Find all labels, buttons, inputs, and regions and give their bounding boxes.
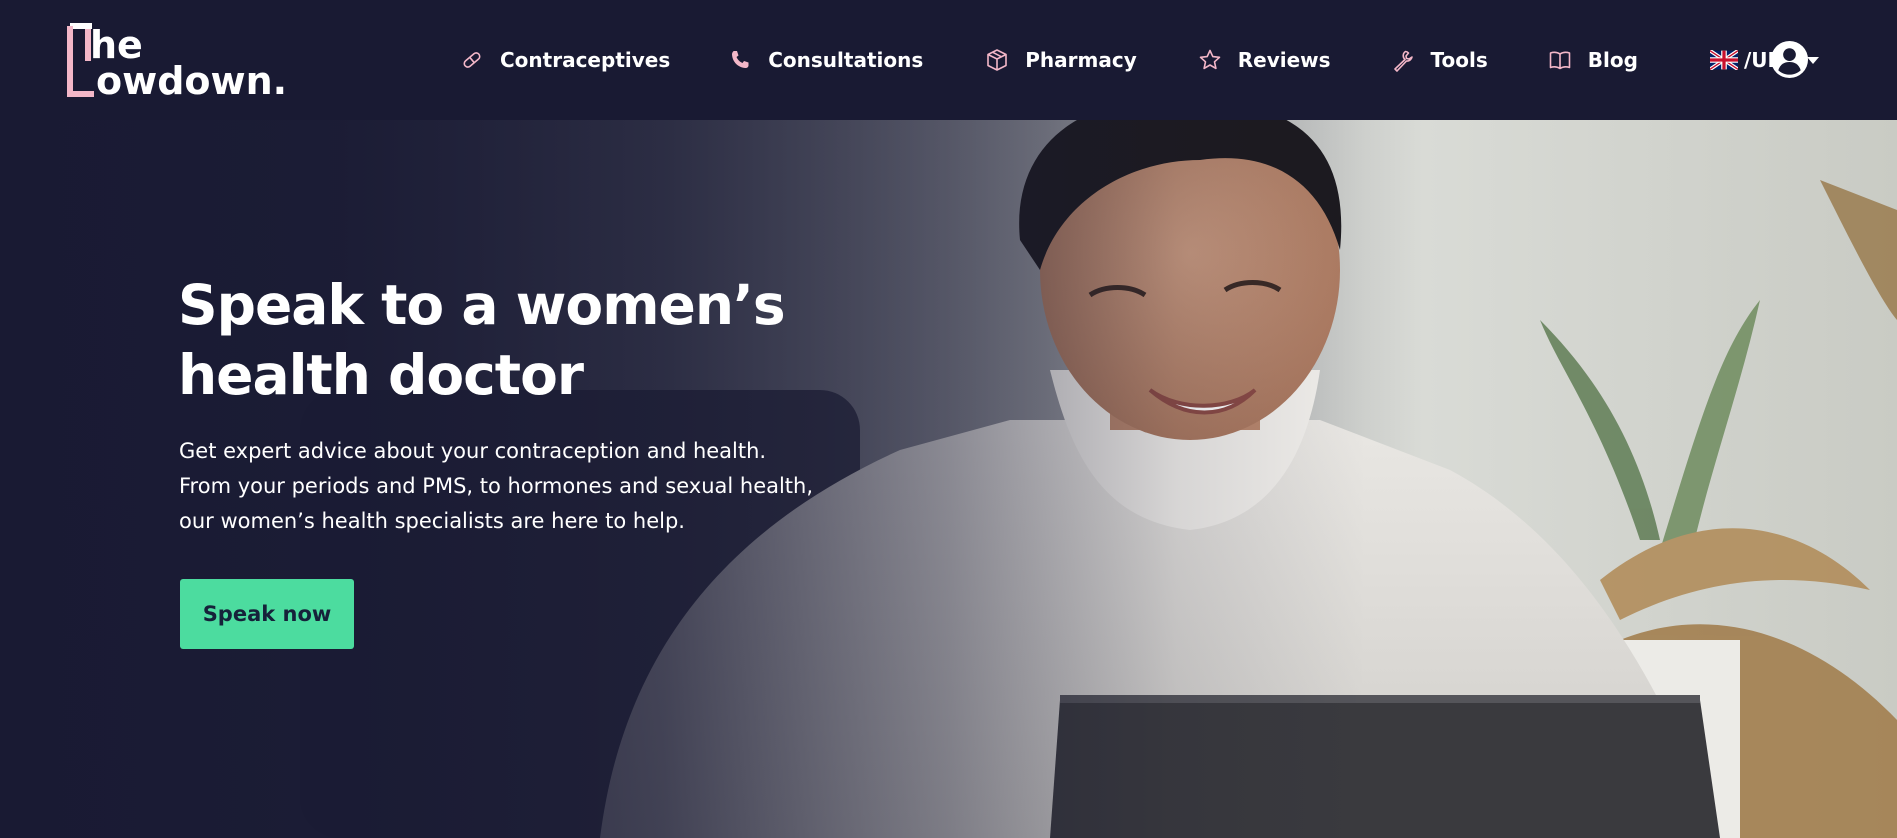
logo-text-line2: owdown. — [96, 59, 287, 103]
logo-mark: he owdown. — [67, 23, 287, 103]
nav-label: Reviews — [1237, 48, 1331, 72]
pill-icon — [458, 46, 486, 74]
user-icon — [1770, 40, 1809, 79]
nav-item-contraceptives[interactable]: Contraceptives — [458, 46, 670, 74]
nav-label: Contraceptives — [500, 48, 671, 72]
hero-subtitle-line: our women’s health specialists are here … — [179, 509, 685, 533]
hero-subtitle-line: Get expert advice about your contracepti… — [179, 439, 767, 463]
nav-item-reviews[interactable]: Reviews — [1196, 46, 1331, 74]
nav-label: Consultations — [768, 48, 924, 72]
nav-item-blog[interactable]: Blog — [1546, 46, 1638, 74]
nav-label: Blog — [1587, 48, 1638, 72]
hero-title-line2: health doctor — [178, 343, 584, 407]
box-icon — [983, 46, 1011, 74]
hero-title: Speak to a women’s health doctor — [178, 270, 818, 410]
account-button[interactable] — [1770, 40, 1809, 79]
nav-item-pharmacy[interactable]: Pharmacy — [983, 46, 1137, 74]
nav-item-tools[interactable]: Tools — [1389, 46, 1488, 74]
hero-subtitle-line: From your periods and PMS, to hormones a… — [179, 474, 814, 498]
wrench-icon — [1389, 46, 1417, 74]
book-icon — [1546, 46, 1574, 74]
phone-icon — [726, 46, 754, 74]
hero-subtitle: Get expert advice about your contracepti… — [179, 434, 839, 539]
star-icon — [1196, 46, 1224, 74]
main-nav: Contraceptives Consultations Pharmacy Re… — [458, 36, 1819, 84]
nav-item-consultations[interactable]: Consultations — [726, 46, 923, 74]
speak-now-button[interactable]: Speak now — [180, 579, 354, 649]
nav-label: Tools — [1430, 48, 1488, 72]
hero-title-line1: Speak to a women’s — [178, 273, 786, 337]
nav-label: Pharmacy — [1025, 48, 1137, 72]
the-lowdown-logo[interactable]: he owdown. — [66, 22, 326, 103]
hero-section: Speak to a women’s health doctor Get exp… — [0, 120, 1897, 838]
uk-flag-icon — [1709, 50, 1738, 70]
site-header: he owdown. Contraceptives Consultations … — [0, 0, 1897, 120]
